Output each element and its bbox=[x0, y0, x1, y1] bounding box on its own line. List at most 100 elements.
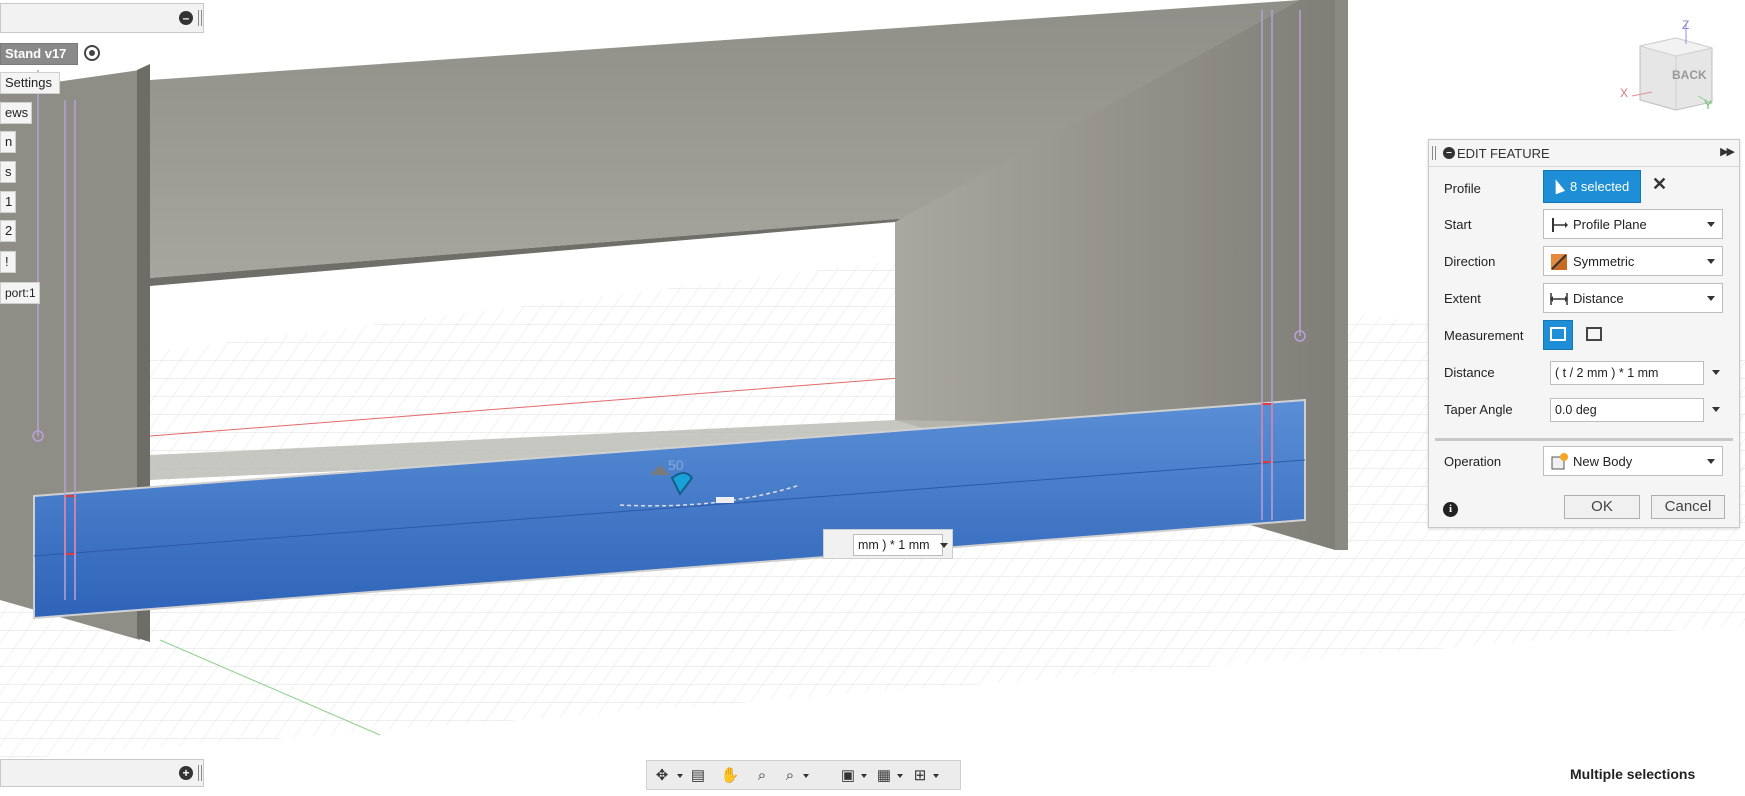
chevron-down-icon[interactable] bbox=[1712, 407, 1720, 412]
panel-grip-icon[interactable] bbox=[198, 765, 202, 781]
row-profile: Profile 8 selected ✕ bbox=[1429, 170, 1739, 206]
row-distance: Distance ( t / 2 mm ) * 1 mm bbox=[1429, 354, 1739, 390]
measurement-option-2[interactable] bbox=[1579, 320, 1609, 350]
edit-feature-footer: i OK Cancel bbox=[1429, 487, 1739, 527]
browser-item-label: 2 bbox=[5, 223, 13, 238]
look-at-icon[interactable]: ▤ bbox=[687, 765, 709, 787]
chevron-down-icon[interactable] bbox=[933, 774, 939, 778]
browser-item-export[interactable]: port:1 bbox=[0, 282, 40, 304]
viewcube-axis-x: X bbox=[1620, 86, 1629, 100]
expand-panel-icon[interactable]: ▶▶ bbox=[1720, 145, 1735, 158]
viewcube-axis-y: Y bbox=[1704, 98, 1713, 112]
cancel-button[interactable]: Cancel bbox=[1651, 495, 1725, 519]
viewports-icon[interactable]: ⊞ bbox=[909, 765, 931, 787]
viewcube-graphic bbox=[1631, 24, 1713, 111]
browser-item[interactable]: 2 bbox=[0, 220, 16, 242]
edit-feature-panel: – EDIT FEATURE ▶▶ Profile 8 selected ✕ S… bbox=[1428, 139, 1740, 528]
measure-icon bbox=[1586, 327, 1602, 341]
orbit-icon[interactable]: ✥ bbox=[651, 765, 673, 787]
panel-grip-icon[interactable] bbox=[1432, 146, 1436, 160]
expand-icon[interactable]: + bbox=[179, 766, 193, 780]
operation-select[interactable]: New Body bbox=[1543, 446, 1723, 476]
start-select[interactable]: Profile Plane bbox=[1543, 209, 1723, 239]
symmetric-icon bbox=[1551, 254, 1567, 270]
browser-item-label: port:1 bbox=[5, 286, 36, 300]
chevron-down-icon[interactable] bbox=[897, 774, 903, 778]
chevron-down-icon bbox=[1707, 459, 1715, 464]
browser-item-views[interactable]: ews bbox=[0, 102, 32, 124]
collapse-icon[interactable]: – bbox=[179, 11, 193, 25]
new-body-icon bbox=[1551, 453, 1568, 470]
row-operation: Operation New Body bbox=[1429, 443, 1739, 479]
direction-value: Symmetric bbox=[1573, 254, 1635, 269]
extent-label: Extent bbox=[1444, 291, 1481, 306]
browser-item[interactable]: s bbox=[0, 161, 16, 183]
profile-selection-count: 8 selected bbox=[1570, 179, 1630, 194]
chevron-down-icon[interactable] bbox=[861, 774, 867, 778]
fit-icon[interactable]: ⌕ bbox=[779, 765, 801, 787]
browser-root-label: Stand v17 bbox=[5, 46, 67, 61]
dimension-input[interactable]: mm ) * 1 mm bbox=[853, 534, 943, 556]
start-label: Start bbox=[1444, 217, 1472, 232]
browser-item-label: ! bbox=[5, 254, 9, 269]
chevron-down-icon[interactable] bbox=[940, 543, 948, 548]
right-side-board-edge bbox=[1335, 0, 1348, 550]
display-settings-icon[interactable]: ▣ bbox=[837, 765, 859, 787]
pan-icon[interactable]: ✋ bbox=[719, 765, 741, 787]
edit-feature-title: EDIT FEATURE bbox=[1457, 146, 1550, 161]
direction-select[interactable]: Symmetric bbox=[1543, 246, 1723, 276]
chevron-down-icon bbox=[1707, 259, 1715, 264]
comments-panel-header: + bbox=[0, 759, 204, 787]
operation-label: Operation bbox=[1444, 454, 1502, 469]
edit-feature-header[interactable]: – EDIT FEATURE ▶▶ bbox=[1429, 140, 1739, 167]
row-measurement: Measurement bbox=[1429, 317, 1739, 353]
divider bbox=[1435, 438, 1733, 441]
extent-value: Distance bbox=[1573, 291, 1624, 306]
profile-plane-icon bbox=[1552, 218, 1568, 232]
distance-input[interactable]: ( t / 2 mm ) * 1 mm bbox=[1550, 361, 1704, 385]
collapse-icon[interactable]: – bbox=[1443, 147, 1455, 159]
chevron-down-icon bbox=[1707, 296, 1715, 301]
grid-icon[interactable]: ▦ bbox=[873, 765, 895, 787]
panel-grip-icon[interactable] bbox=[198, 10, 202, 26]
distance-label: Distance bbox=[1444, 365, 1495, 380]
browser-root-node[interactable]: Stand v17 bbox=[0, 43, 78, 65]
info-icon[interactable]: i bbox=[1443, 502, 1458, 517]
chevron-down-icon[interactable] bbox=[803, 774, 809, 778]
cursor-icon bbox=[1550, 177, 1566, 195]
browser-item[interactable]: n bbox=[0, 131, 16, 153]
browser-item-label: Settings bbox=[5, 75, 52, 90]
taper-angle-label: Taper Angle bbox=[1444, 402, 1513, 417]
close-icon[interactable]: ✕ bbox=[1652, 174, 1667, 195]
browser-item-label: n bbox=[5, 134, 13, 149]
measurement-option-1[interactable] bbox=[1543, 320, 1573, 350]
profile-label: Profile bbox=[1444, 181, 1481, 196]
direction-label: Direction bbox=[1444, 254, 1496, 269]
distance-icon bbox=[1550, 293, 1568, 305]
start-value: Profile Plane bbox=[1573, 217, 1647, 232]
ok-button[interactable]: OK bbox=[1564, 495, 1640, 519]
browser-item-settings[interactable]: Settings bbox=[0, 72, 60, 94]
chevron-down-icon[interactable] bbox=[1712, 370, 1720, 375]
viewcube-face-label[interactable]: BACK bbox=[1672, 68, 1707, 82]
navigation-toolbar: ✥ ▤ ✋ ⌕ ⌕ ▣ ▦ ⊞ bbox=[646, 760, 961, 790]
extent-select[interactable]: Distance bbox=[1543, 283, 1723, 313]
browser-item[interactable]: ! bbox=[0, 251, 16, 273]
status-text: Multiple selections bbox=[1570, 766, 1696, 782]
measurement-label: Measurement bbox=[1444, 328, 1524, 343]
dimension-input-box: mm ) * 1 mm bbox=[823, 529, 953, 559]
measure-icon bbox=[1550, 327, 1566, 341]
browser-item-label: 1 bbox=[5, 194, 13, 209]
browser-item-label: s bbox=[5, 164, 12, 179]
operation-value: New Body bbox=[1573, 454, 1633, 469]
taper-angle-input[interactable]: 0.0 deg bbox=[1550, 398, 1704, 422]
viewcube[interactable]: BACK Z X Y bbox=[1618, 18, 1714, 114]
browser-item[interactable]: 1 bbox=[0, 191, 16, 213]
profile-selection-button[interactable]: 8 selected bbox=[1543, 170, 1641, 203]
browser-panel-header: – bbox=[0, 3, 204, 33]
chevron-down-icon[interactable] bbox=[677, 774, 683, 778]
row-extent: Extent Distance bbox=[1429, 280, 1739, 316]
target-icon[interactable] bbox=[84, 45, 100, 61]
viewcube-axis-z: Z bbox=[1682, 18, 1690, 32]
zoom-icon[interactable]: ⌕ bbox=[751, 765, 773, 787]
